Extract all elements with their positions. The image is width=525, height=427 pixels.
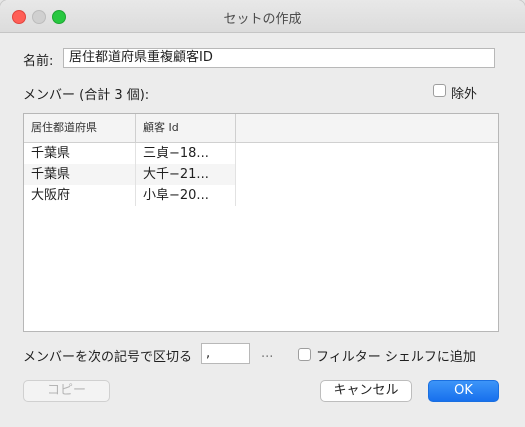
members-count-label: メンバー (合計 3 個): [23,88,150,103]
exclude-label: 除外 [451,87,478,102]
table-header: 居住都道府県 顧客 Id [24,114,498,143]
table-row[interactable]: 大阪府 小阜−20... [24,185,236,206]
create-set-dialog: セットの作成 名前: 居住都道府県重複顧客ID メンバー (合計 3 個): 除… [0,0,525,427]
add-to-filter-shelf-checkbox[interactable] [298,348,311,361]
table-row[interactable]: 千葉県 三貞−18... [24,143,236,164]
customer-id-cell: 小阜−20... [136,185,236,206]
column-header-prefecture[interactable]: 居住都道府県 [24,114,136,142]
prefecture-cell: 大阪府 [24,185,136,206]
title-bar: セットの作成 [0,0,525,33]
customer-id-cell: 三貞−18... [136,143,236,164]
customer-id-cell: 大千−21... [136,164,236,185]
table-row[interactable]: 千葉県 大千−21... [24,164,236,185]
members-table: 居住都道府県 顧客 Id 千葉県 三貞−18... 千葉県 大千−21... 大… [23,113,499,332]
cancel-button[interactable]: キャンセル [320,380,412,402]
separator-label: メンバーを次の記号で区切る [23,350,193,365]
name-label: 名前: [23,54,54,69]
separator-options-button[interactable]: ... [261,346,273,361]
window-title: セットの作成 [223,12,302,27]
exclude-checkbox[interactable] [433,84,446,97]
add-to-filter-shelf-label: フィルター シェルフに追加 [316,350,476,365]
ok-button[interactable]: OK [428,380,499,402]
set-name-input[interactable]: 居住都道府県重複顧客ID [63,48,495,68]
copy-button[interactable]: コピー [23,380,110,402]
column-header-customer-id[interactable]: 顧客 Id [136,114,236,142]
separator-input[interactable]: , [201,343,250,364]
prefecture-cell: 千葉県 [24,164,136,185]
prefecture-cell: 千葉県 [24,143,136,164]
